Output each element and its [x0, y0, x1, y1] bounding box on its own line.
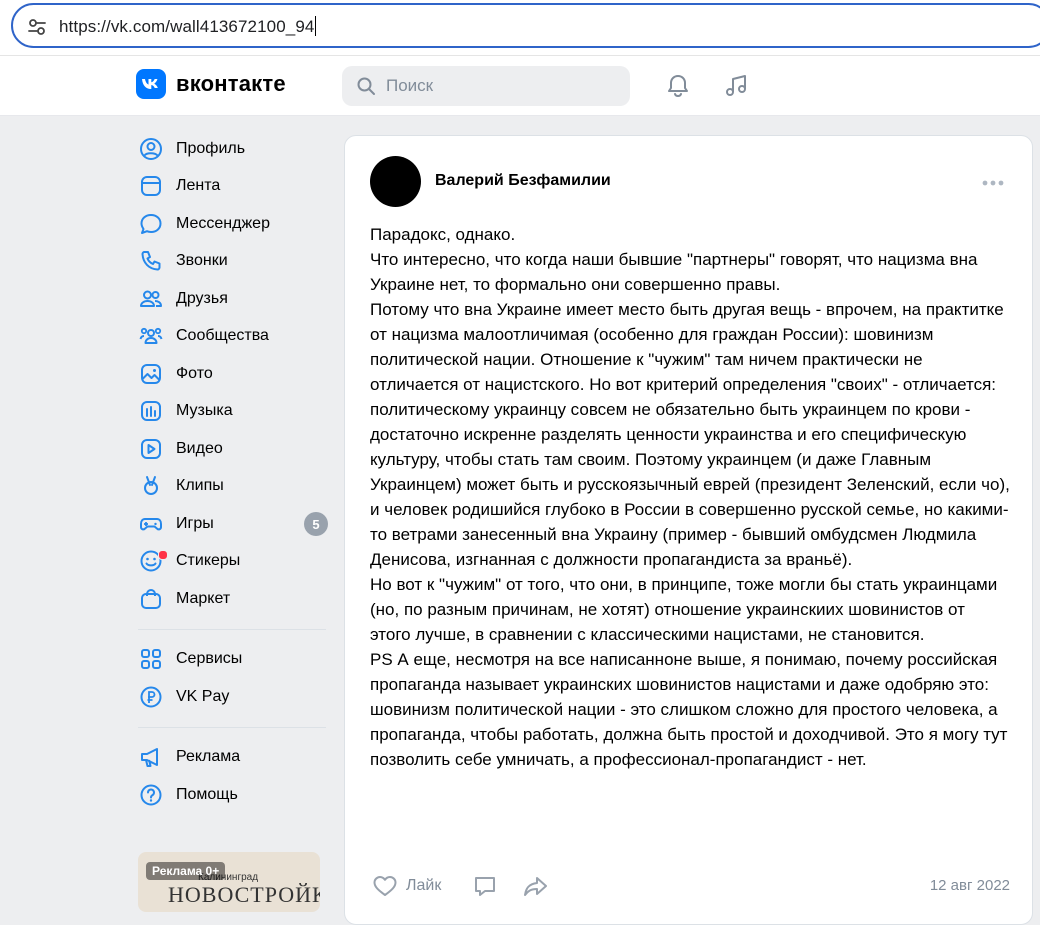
sidebar-item-label: Профиль — [176, 139, 246, 157]
like-button[interactable]: Лайк — [372, 874, 441, 898]
post-paragraph: Что интересно, что когда наши бывшие "па… — [370, 250, 978, 294]
vkpay-icon — [140, 686, 162, 708]
sidebar-item-label: Мессенджер — [176, 214, 270, 232]
sidebar-item-photo[interactable]: Фото — [136, 355, 332, 393]
more-options-icon[interactable] — [982, 179, 1004, 187]
sidebar-item-profile[interactable]: Профиль — [136, 130, 332, 168]
sidebar-item-video[interactable]: Видео — [136, 430, 332, 468]
vk-header: вконтакте — [0, 56, 1040, 116]
post-text: Парадокс, однако. Что интересно, что ког… — [370, 222, 1010, 772]
sidebar-item-feed[interactable]: Лента — [136, 168, 332, 206]
notification-dot — [158, 549, 168, 560]
sidebar-item-label: Музыка — [176, 402, 233, 420]
wall-post: Валерий Безфамилии Парадокс, однако. Что… — [344, 135, 1033, 925]
bell-icon[interactable] — [664, 72, 692, 100]
sidebar-item-help[interactable]: Помощь — [136, 776, 332, 814]
sidebar-item-communities[interactable]: Сообщества — [136, 318, 332, 356]
comment-button[interactable] — [472, 874, 498, 898]
post-paragraph: Но вот к "чужим" от того, что они, в при… — [370, 575, 998, 644]
sidebar-item-label: Стикеры — [176, 552, 241, 570]
comment-icon — [475, 877, 495, 896]
games-badge: 5 — [304, 512, 328, 536]
sidebar-item-label: Видео — [176, 439, 223, 457]
sidebar-item-messenger[interactable]: Мессенджер — [136, 205, 332, 243]
post-date[interactable]: 12 авг 2022 — [930, 877, 1010, 894]
sidebar-item-music[interactable]: Музыка — [136, 393, 332, 431]
url-text[interactable]: https://vk.com/wall413672100_94 — [59, 16, 317, 37]
feed-icon — [141, 176, 161, 197]
video-icon — [141, 438, 161, 459]
post-paragraph: Парадокс, однако. — [370, 225, 516, 244]
search-input[interactable] — [386, 74, 616, 98]
sidebar-divider — [138, 628, 326, 630]
sidebar-item-label: Сервисы — [176, 650, 243, 668]
sidebar-item-label: Звонки — [176, 252, 228, 270]
sidebar-item-label: Сообщества — [176, 327, 269, 345]
like-label: Лайк — [406, 877, 442, 894]
vk-logo-icon[interactable] — [136, 69, 166, 99]
sidebar-nav: Профиль Лента Мессенджер Звонки Друзья С… — [136, 130, 332, 814]
sidebar-item-label: VK Pay — [176, 687, 230, 705]
address-bar[interactable]: https://vk.com/wall413672100_94 — [11, 3, 1040, 48]
search-box[interactable] — [342, 66, 630, 106]
ad-title: НОВОСТРОЙКИ — [168, 882, 320, 907]
post-actions: Лайк 12 авг 2022 — [370, 874, 1010, 900]
friends-icon — [140, 290, 162, 307]
sidebar-item-label: Игры — [176, 514, 214, 532]
phone-icon — [141, 251, 161, 271]
profile-icon — [140, 137, 162, 160]
sidebar-item-label: Лента — [176, 177, 221, 195]
sidebar-item-label: Реклама — [176, 748, 241, 766]
sidebar-item-label: Друзья — [176, 289, 228, 307]
sidebar-item-vkpay[interactable]: VK Pay — [136, 678, 332, 716]
services-icon — [141, 649, 161, 670]
heart-icon — [373, 876, 397, 896]
post-paragraph: PS А еще, несмотря на все написанноне вы… — [370, 650, 1008, 769]
sidebar-item-services[interactable]: Сервисы — [136, 641, 332, 679]
music-note-icon[interactable] — [723, 72, 751, 100]
photo-icon — [141, 363, 161, 384]
clips-icon — [144, 476, 159, 496]
vk-logo-text[interactable]: вконтакте — [176, 71, 286, 97]
sidebar-divider — [138, 726, 326, 728]
site-settings-icon[interactable] — [26, 16, 48, 38]
messenger-icon — [140, 213, 162, 234]
sidebar-item-stickers[interactable]: Стикеры — [136, 543, 332, 581]
share-icon — [524, 877, 547, 896]
sidebar-item-label: Помощь — [176, 785, 238, 803]
author-name[interactable]: Валерий Безфамилии — [435, 172, 611, 190]
author-avatar[interactable] — [370, 156, 421, 207]
sidebar-item-calls[interactable]: Звонки — [136, 243, 332, 281]
sidebar-item-games[interactable]: Игры 5 — [136, 505, 332, 543]
sidebar-ad[interactable]: Калининград НОВОСТРОЙКИ Реклама 0+ — [138, 852, 320, 912]
sidebar-item-label: Клипы — [176, 477, 224, 495]
share-button[interactable] — [522, 874, 550, 898]
browser-toolbar: https://vk.com/wall413672100_94 — [0, 0, 1040, 56]
search-icon — [357, 77, 375, 95]
sidebar-item-clips[interactable]: Клипы — [136, 468, 332, 506]
help-icon — [140, 784, 162, 806]
games-icon — [140, 517, 162, 531]
sidebar-item-friends[interactable]: Друзья — [136, 280, 332, 318]
market-icon — [141, 588, 161, 609]
post-paragraph: Потому что вна Украине имеет место быть … — [370, 300, 1010, 569]
communities-icon — [139, 328, 163, 345]
ad-label: Реклама 0+ — [146, 862, 226, 880]
sidebar-item-ads[interactable]: Реклама — [136, 739, 332, 777]
sidebar-item-label: Маркет — [176, 589, 231, 607]
megaphone-icon — [141, 748, 158, 768]
sidebar-item-market[interactable]: Маркет — [136, 580, 332, 618]
music-icon — [141, 401, 161, 422]
sidebar-item-label: Фото — [176, 364, 213, 382]
